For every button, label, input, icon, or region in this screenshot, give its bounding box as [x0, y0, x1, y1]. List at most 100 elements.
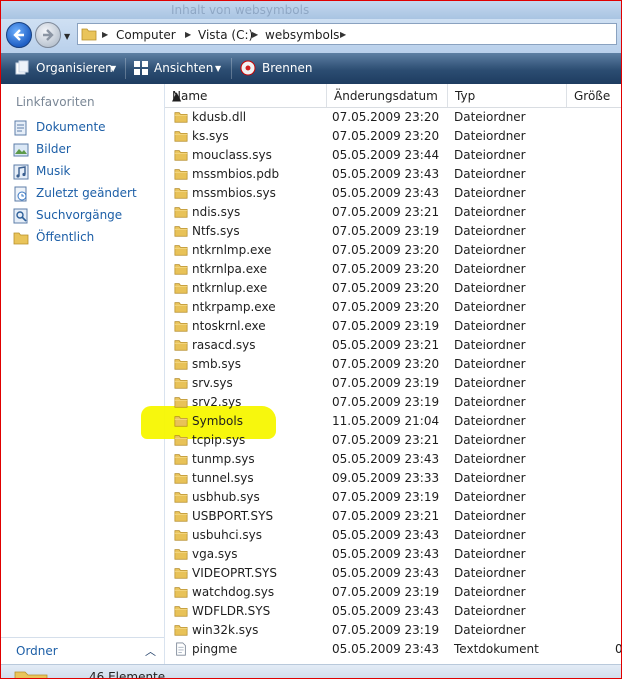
file-row[interactable]: ntkrnlpa.exe 07.05.2009 23:20 Dateiordner	[165, 260, 621, 279]
column-header-type[interactable]: Typ	[448, 84, 567, 107]
burn-button[interactable]: Brennen	[262, 61, 312, 75]
file-type: Dateiordner	[454, 376, 526, 390]
recent-pages-dropdown-icon[interactable]: ▼	[64, 32, 70, 41]
file-row[interactable]: watchdog.sys 07.05.2009 23:19 Dateiordner	[165, 583, 621, 602]
folder-icon	[174, 452, 188, 469]
views-button[interactable]: Ansichten	[154, 61, 213, 75]
file-row[interactable]: pingme 05.05.2009 23:43 Textdokument 0	[165, 640, 621, 659]
organize-button[interactable]: Organisieren	[36, 61, 113, 75]
music-icon	[13, 164, 29, 180]
breadcrumb-drive[interactable]: Vista (C:)	[198, 28, 253, 42]
address-bar[interactable]: ▶ Computer ▶ Vista (C:) ▶ websymbols ▶	[77, 23, 617, 45]
folders-toggle[interactable]: Ordner ︿	[1, 637, 164, 664]
breadcrumb-separator-icon[interactable]: ▶	[102, 30, 108, 39]
file-row[interactable]: ndis.sys 07.05.2009 23:21 Dateiordner	[165, 203, 621, 222]
breadcrumb-folder[interactable]: websymbols	[265, 28, 339, 42]
nav-item-public[interactable]: Öffentlich	[13, 227, 161, 247]
nav-item-recent[interactable]: Zuletzt geändert	[13, 183, 161, 203]
folders-label: Ordner	[16, 644, 58, 658]
file-row[interactable]: usbuhci.sys 05.05.2009 23:43 Dateiordner	[165, 526, 621, 545]
file-row[interactable]: ntkrnlup.exe 07.05.2009 23:20 Dateiordner	[165, 279, 621, 298]
chevron-up-icon[interactable]: ︿	[145, 643, 156, 659]
folder-icon	[174, 566, 188, 583]
file-row[interactable]: mouclass.sys 05.05.2009 23:44 Dateiordner	[165, 146, 621, 165]
nav-item-searches[interactable]: Suchvorgänge	[13, 205, 161, 225]
nav-item-label: Öffentlich	[36, 230, 95, 244]
file-date: 07.05.2009 23:20	[332, 300, 440, 314]
file-type: Dateiordner	[454, 490, 526, 504]
folder-icon	[14, 671, 48, 678]
folder-icon	[174, 604, 188, 621]
nav-item-music[interactable]: Musik	[13, 161, 161, 181]
item-count: 46 Elemente	[89, 670, 166, 679]
file-row[interactable]: tunnel.sys 09.05.2009 23:33 Dateiordner	[165, 469, 621, 488]
file-type: Dateiordner	[454, 604, 526, 618]
folder-icon	[174, 414, 188, 431]
nav-item-documents[interactable]: Dokumente	[13, 117, 161, 137]
file-name: usbhub.sys	[192, 490, 260, 504]
column-header-size[interactable]: Größe	[567, 84, 621, 107]
breadcrumb-separator-icon[interactable]: ▶	[340, 30, 346, 39]
file-row[interactable]: srv2.sys 07.05.2009 23:19 Dateiordner	[165, 393, 621, 412]
arrow-left-icon	[13, 29, 24, 41]
explorer-window: Inhalt von websymbols ▼ ▶ Computer ▶ Vis…	[0, 0, 622, 679]
column-date-label: Änderungsdatum	[334, 89, 438, 103]
file-row[interactable]: mssmbios.pdb 05.05.2009 23:43 Dateiordner	[165, 165, 621, 184]
file-name: ntkrnlup.exe	[192, 281, 268, 295]
title-bar: Inhalt von websymbols	[1, 1, 621, 19]
breadcrumb-separator-icon[interactable]: ▶	[252, 30, 258, 39]
command-bar: Organisieren ▼ Ansichten ▼ Brennen	[1, 53, 621, 84]
file-row[interactable]: win32k.sys 07.05.2009 23:19 Dateiordner	[165, 621, 621, 640]
forward-button[interactable]	[35, 22, 61, 48]
file-type: Dateiordner	[454, 471, 526, 485]
file-name: watchdog.sys	[192, 585, 275, 599]
file-name: mssmbios.pdb	[192, 167, 280, 181]
file-date: 05.05.2009 23:21	[332, 338, 440, 352]
window-title: Inhalt von websymbols	[171, 3, 310, 17]
file-name: srv.sys	[192, 376, 233, 390]
nav-item-pictures[interactable]: Bilder	[13, 139, 161, 159]
file-date: 11.05.2009 21:04	[332, 414, 440, 428]
address-row: ▼ ▶ Computer ▶ Vista (C:) ▶ websymbols ▶	[1, 19, 621, 53]
file-row[interactable]: kdusb.dll 07.05.2009 23:20 Dateiordner	[165, 108, 621, 127]
file-row[interactable]: tcpip.sys 07.05.2009 23:21 Dateiordner	[165, 431, 621, 450]
column-header-date[interactable]: Änderungsdatum	[327, 84, 448, 107]
file-date: 07.05.2009 23:19	[332, 224, 440, 238]
column-header-name[interactable]: Name ▲	[165, 84, 327, 107]
file-row[interactable]: ks.sys 07.05.2009 23:20 Dateiordner	[165, 127, 621, 146]
nav-item-label: Bilder	[36, 142, 71, 156]
file-row[interactable]: tunmp.sys 05.05.2009 23:43 Dateiordner	[165, 450, 621, 469]
file-row[interactable]: smb.sys 07.05.2009 23:20 Dateiordner	[165, 355, 621, 374]
file-row[interactable]: ntkrnlmp.exe 07.05.2009 23:20 Dateiordner	[165, 241, 621, 260]
file-type: Dateiordner	[454, 224, 526, 238]
breadcrumb-separator-icon[interactable]: ▶	[185, 30, 191, 39]
file-date: 07.05.2009 23:21	[332, 509, 440, 523]
chevron-down-icon[interactable]: ▼	[110, 64, 116, 73]
file-date: 05.05.2009 23:43	[332, 604, 440, 618]
file-type: Dateiordner	[454, 585, 526, 599]
folder-icon	[174, 395, 188, 412]
chevron-down-icon[interactable]: ▼	[215, 64, 221, 73]
file-row[interactable]: Symbols 11.05.2009 21:04 Dateiordner	[165, 412, 621, 431]
file-name: ntkrpamp.exe	[192, 300, 276, 314]
file-type: Dateiordner	[454, 148, 526, 162]
file-row[interactable]: ntoskrnl.exe 07.05.2009 23:19 Dateiordner	[165, 317, 621, 336]
breadcrumb-computer[interactable]: Computer	[116, 28, 176, 42]
file-date: 07.05.2009 23:19	[332, 585, 440, 599]
file-row[interactable]: srv.sys 07.05.2009 23:19 Dateiordner	[165, 374, 621, 393]
nav-item-label: Musik	[36, 164, 71, 178]
back-button[interactable]	[6, 22, 32, 48]
file-row[interactable]: usbhub.sys 07.05.2009 23:19 Dateiordner	[165, 488, 621, 507]
file-type: Dateiordner	[454, 319, 526, 333]
file-row[interactable]: vga.sys 05.05.2009 23:43 Dateiordner	[165, 545, 621, 564]
file-row[interactable]: WDFLDR.SYS 05.05.2009 23:43 Dateiordner	[165, 602, 621, 621]
file-row[interactable]: VIDEOPRT.SYS 05.05.2009 23:43 Dateiordner	[165, 564, 621, 583]
file-row[interactable]: rasacd.sys 05.05.2009 23:21 Dateiordner	[165, 336, 621, 355]
sort-ascending-icon: ▲	[172, 89, 182, 103]
file-row[interactable]: Ntfs.sys 07.05.2009 23:19 Dateiordner	[165, 222, 621, 241]
file-type: Dateiordner	[454, 528, 526, 542]
folder-icon	[174, 205, 188, 222]
file-row[interactable]: mssmbios.sys 05.05.2009 23:43 Dateiordner	[165, 184, 621, 203]
file-row[interactable]: USBPORT.SYS 07.05.2009 23:21 Dateiordner	[165, 507, 621, 526]
file-row[interactable]: ntkrpamp.exe 07.05.2009 23:20 Dateiordner	[165, 298, 621, 317]
